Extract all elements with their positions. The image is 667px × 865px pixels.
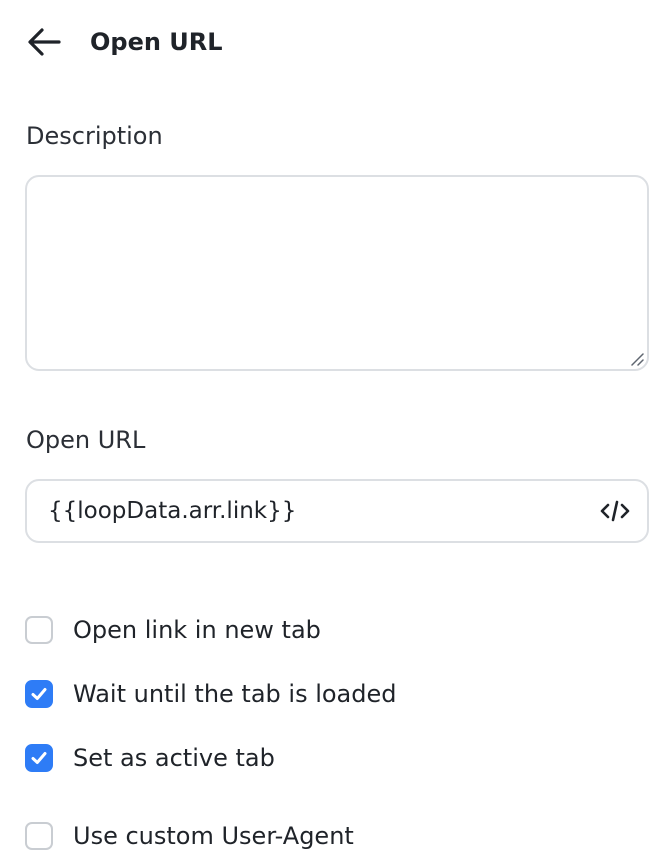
checkmark-icon — [31, 752, 47, 764]
description-label: Description — [26, 122, 163, 150]
custom-user-agent-option[interactable]: Use custom User-Agent — [25, 819, 354, 853]
description-field-container — [25, 175, 649, 371]
set-active-tab-checkbox[interactable] — [25, 744, 53, 772]
code-editor-button[interactable] — [587, 483, 643, 539]
open-in-new-tab-checkbox[interactable] — [25, 616, 53, 644]
code-icon — [600, 500, 630, 522]
wait-until-loaded-option[interactable]: Wait until the tab is loaded — [25, 677, 397, 711]
resize-handle-icon[interactable] — [628, 350, 644, 366]
back-button[interactable] — [26, 20, 70, 64]
set-active-tab-label: Set as active tab — [73, 744, 275, 772]
description-field[interactable] — [27, 177, 647, 369]
page-title: Open URL — [90, 28, 223, 56]
set-active-tab-option[interactable]: Set as active tab — [25, 741, 275, 775]
header: Open URL — [26, 20, 223, 64]
wait-until-loaded-label: Wait until the tab is loaded — [73, 680, 397, 708]
checkmark-icon — [31, 688, 47, 700]
open-url-label: Open URL — [26, 426, 146, 454]
wait-until-loaded-checkbox[interactable] — [25, 680, 53, 708]
open-in-new-tab-label: Open link in new tab — [73, 616, 321, 644]
arrow-left-icon — [28, 28, 61, 56]
open-in-new-tab-option[interactable]: Open link in new tab — [25, 613, 321, 647]
custom-user-agent-checkbox[interactable] — [25, 822, 53, 850]
url-input-value[interactable]: {{loopData.arr.link}} — [27, 498, 587, 524]
open-url-panel: Open URL Description Open URL {{loopData… — [0, 0, 667, 865]
url-input[interactable]: {{loopData.arr.link}} — [25, 479, 649, 543]
custom-user-agent-label: Use custom User-Agent — [73, 822, 354, 850]
